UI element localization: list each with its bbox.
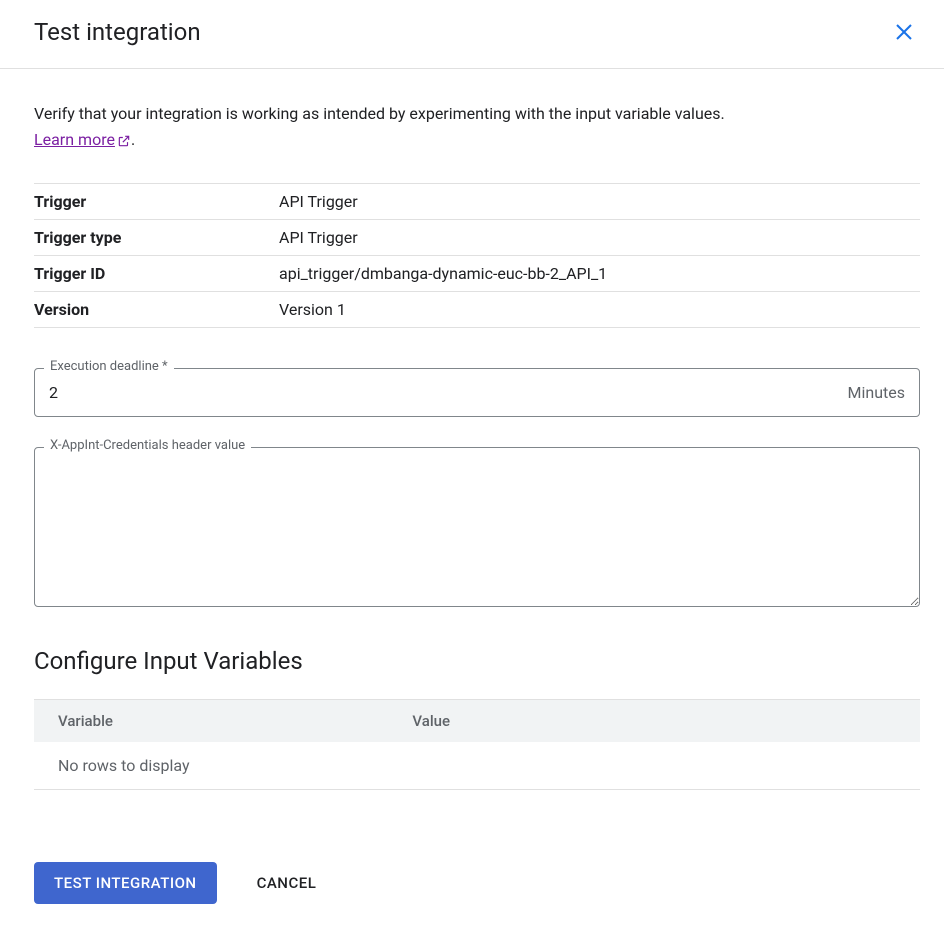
execution-deadline-label: Execution deadline * xyxy=(44,359,174,374)
close-icon xyxy=(892,20,916,44)
learn-more-label: Learn more xyxy=(34,130,115,149)
button-row: TEST INTEGRATION CANCEL xyxy=(34,790,920,920)
dialog-title: Test integration xyxy=(34,18,201,46)
table-row: Trigger ID api_trigger/dmbanga-dynamic-e… xyxy=(34,256,920,292)
table-row: Trigger type API Trigger xyxy=(34,220,920,256)
info-value: api_trigger/dmbanga-dynamic-euc-bb-2_API… xyxy=(279,256,920,292)
credentials-textarea[interactable] xyxy=(34,447,920,607)
learn-more-link[interactable]: Learn more xyxy=(34,130,131,149)
column-variable: Variable xyxy=(34,700,388,743)
execution-deadline-input[interactable] xyxy=(49,369,848,416)
table-row: Trigger API Trigger xyxy=(34,184,920,220)
info-label: Trigger xyxy=(34,184,279,220)
close-button[interactable] xyxy=(888,16,920,48)
column-value: Value xyxy=(388,700,920,743)
info-value: API Trigger xyxy=(279,220,920,256)
input-variables-title: Configure Input Variables xyxy=(34,647,920,675)
credentials-field: X-AppInt-Credentials header value xyxy=(34,447,920,611)
info-value: API Trigger xyxy=(279,184,920,220)
trigger-info-table: Trigger API Trigger Trigger type API Tri… xyxy=(34,183,920,328)
execution-deadline-field: Execution deadline * Minutes xyxy=(34,368,920,417)
info-label: Trigger ID xyxy=(34,256,279,292)
info-label: Trigger type xyxy=(34,220,279,256)
description-text: Verify that your integration is working … xyxy=(34,101,754,155)
external-link-icon xyxy=(117,130,131,156)
description-body: Verify that your integration is working … xyxy=(34,104,725,123)
execution-deadline-wrapper: Minutes xyxy=(34,368,920,417)
description-period: . xyxy=(131,130,135,149)
info-value: Version 1 xyxy=(279,292,920,328)
execution-deadline-suffix: Minutes xyxy=(848,383,906,402)
test-integration-button[interactable]: TEST INTEGRATION xyxy=(34,862,217,904)
dialog-header: Test integration xyxy=(0,0,944,69)
info-label: Version xyxy=(34,292,279,328)
dialog-content: Verify that your integration is working … xyxy=(0,69,944,920)
table-row-empty: No rows to display xyxy=(34,742,920,790)
input-variables-table: Variable Value No rows to display xyxy=(34,699,920,790)
empty-message: No rows to display xyxy=(34,742,920,790)
input-variables-header: Variable Value xyxy=(34,700,920,743)
table-row: Version Version 1 xyxy=(34,292,920,328)
cancel-button[interactable]: CANCEL xyxy=(249,862,325,904)
credentials-label: X-AppInt-Credentials header value xyxy=(44,438,251,453)
